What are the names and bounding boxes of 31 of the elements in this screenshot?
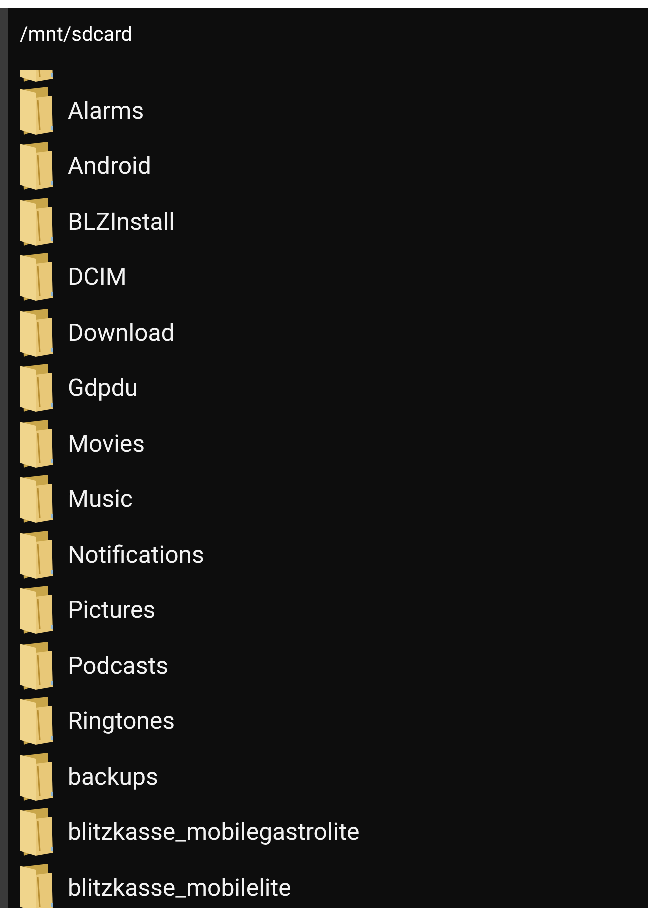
folder-name[interactable]: Music xyxy=(68,485,133,514)
folder-icon xyxy=(18,862,54,908)
folder-icon xyxy=(18,752,54,802)
path-title: /mnt/sdcard xyxy=(19,21,132,48)
folder-name[interactable]: Download xyxy=(68,318,175,347)
folder-name[interactable]: Alarms xyxy=(68,96,144,125)
folder-icon xyxy=(18,141,54,192)
folder-icon xyxy=(18,418,54,469)
folder-icon xyxy=(18,640,54,691)
folder-name[interactable]: Notifications xyxy=(68,540,204,569)
folder-name[interactable]: DCIM xyxy=(68,263,127,292)
folder-icon xyxy=(18,474,54,524)
folder-name[interactable]: backups xyxy=(68,762,158,791)
folder-name[interactable]: BLZInstall xyxy=(68,208,176,236)
folder-name[interactable]: blitzkasse_mobilelite xyxy=(68,874,292,902)
folder-name[interactable]: Gdpdu xyxy=(68,374,138,402)
folder-icon xyxy=(18,807,54,858)
folder-icon xyxy=(18,252,54,302)
folder-icon xyxy=(18,363,54,414)
folder-name[interactable]: Android xyxy=(68,152,152,180)
folder-name[interactable]: Movies xyxy=(68,430,146,458)
folder-icon xyxy=(18,696,54,746)
folder-icon xyxy=(18,530,54,580)
folder-name[interactable]: Pictures xyxy=(68,596,156,624)
folder-name[interactable]: Podcasts xyxy=(68,652,168,680)
folder-name[interactable]: Ringtones xyxy=(68,707,176,736)
folder-icon xyxy=(18,308,54,358)
folder-icon xyxy=(18,86,54,136)
folder-name[interactable]: blitzkasse_mobilegastrolite xyxy=(68,818,360,846)
folder-icon xyxy=(18,585,54,636)
folder-icon xyxy=(18,196,54,247)
